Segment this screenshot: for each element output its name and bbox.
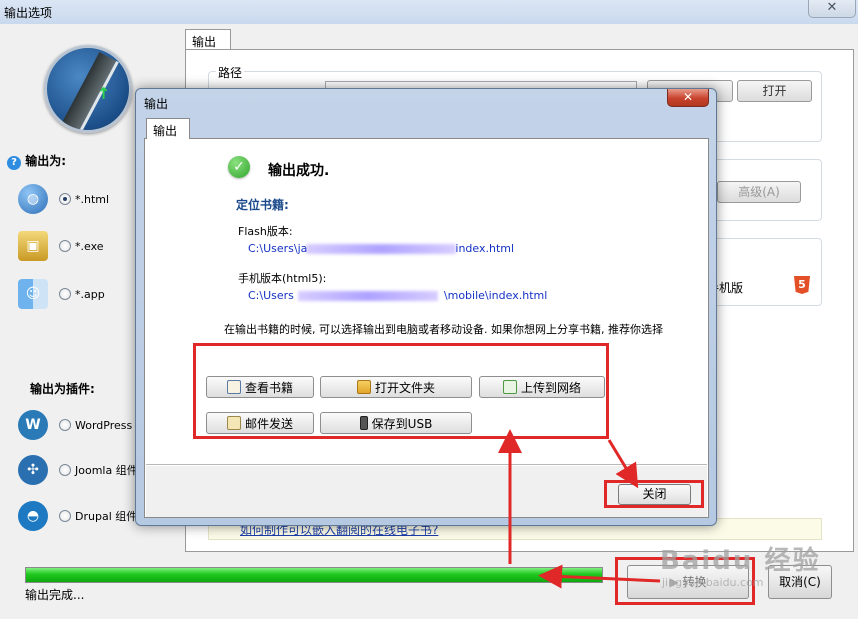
watermark-logo: Baidu 经验 [660,546,821,576]
watermark-url: jingyan.baidu.com [662,576,764,589]
arrow-to-close [607,439,639,489]
annotation-arrows-svg [498,429,661,589]
dialog-tab-output[interactable]: 输出 [146,118,190,139]
arrow-to-progress [538,564,661,589]
